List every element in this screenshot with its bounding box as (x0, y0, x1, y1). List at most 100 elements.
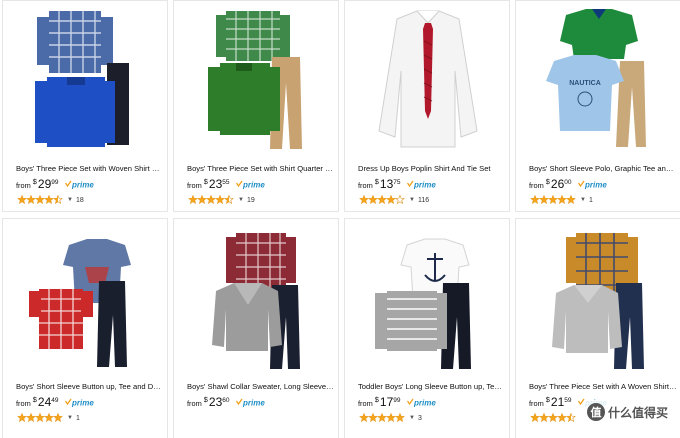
product-card[interactable]: Boys' Three Piece Set with Woven Shirt Q… (2, 0, 168, 212)
product-image[interactable] (345, 1, 509, 153)
chevron-down-icon[interactable]: ▼ (409, 415, 415, 421)
chevron-down-icon[interactable]: ▼ (580, 197, 586, 203)
price-cents: 60 (222, 397, 230, 404)
product-title[interactable]: Dress Up Boys Poplin Shirt And Tie Set (358, 164, 506, 174)
svg-text:prime: prime (242, 399, 265, 408)
price-dollars: 26 (550, 177, 565, 191)
currency: $ (545, 395, 550, 404)
product-title[interactable]: Boys' Shawl Collar Sweater, Long Sleeve … (187, 382, 335, 392)
price-cents: 00 (564, 179, 572, 186)
price-cents: 49 (51, 397, 59, 404)
product-image[interactable] (174, 219, 338, 371)
product-card[interactable]: Toddler Boys' Long Sleeve Button up, Tee… (344, 218, 510, 438)
svg-text:NAUTICA: NAUTICA (569, 80, 601, 87)
price: from $2999 prime (16, 175, 95, 191)
product-title[interactable]: Boys' Short Sleeve Polo, Graphic Tee and… (529, 164, 677, 174)
price-cents: 55 (222, 179, 230, 186)
product-image[interactable] (3, 219, 167, 371)
product-image[interactable] (516, 219, 680, 371)
from-label: from (529, 399, 544, 408)
svg-text:prime: prime (71, 181, 94, 190)
star-rating-icon (529, 191, 577, 209)
prime-badge-icon: prime (64, 181, 94, 190)
product-image[interactable] (174, 1, 338, 153)
star-rating-icon (16, 191, 64, 209)
rating[interactable]: ▼ 1 (16, 409, 80, 422)
rating[interactable]: ▼ 3 (358, 409, 422, 422)
currency: $ (203, 395, 208, 404)
product-title[interactable]: Boys' Three Piece Set with Woven Shirt Q… (16, 164, 164, 174)
chevron-down-icon[interactable]: ▼ (409, 197, 415, 203)
star-rating-icon (16, 409, 64, 427)
svg-text:prime: prime (584, 181, 607, 190)
rating[interactable]: ▼ 1 (529, 191, 593, 204)
from-label: from (16, 181, 31, 190)
watermark-text: 什么值得买 (607, 405, 668, 420)
star-rating-icon (187, 191, 235, 209)
svg-text:prime: prime (242, 181, 265, 190)
rating[interactable]: ▼ 18 (16, 191, 84, 204)
chevron-down-icon[interactable]: ▼ (67, 415, 73, 421)
from-label: from (16, 399, 31, 408)
price-cents: 59 (564, 397, 572, 404)
price-dollars: 21 (550, 395, 565, 409)
product-card[interactable]: Boys' Shawl Collar Sweater, Long Sleeve … (173, 218, 339, 438)
product-title[interactable]: Boys' Three Piece Set with A Woven Shirt… (529, 382, 677, 392)
price: from $2600 prime (529, 175, 608, 191)
currency: $ (203, 177, 208, 186)
star-rating-icon (358, 409, 406, 427)
currency: $ (374, 177, 379, 186)
svg-text:prime: prime (413, 399, 436, 408)
rating[interactable]: ▼ 116 (358, 191, 429, 204)
prime-badge-icon: prime (406, 181, 436, 190)
watermark-logo-icon: 值 (586, 403, 605, 421)
rating[interactable] (529, 409, 577, 422)
price-cents: 99 (51, 179, 59, 186)
from-label: from (529, 181, 544, 190)
price-dollars: 29 (37, 177, 52, 191)
from-label: from (358, 181, 373, 190)
product-card[interactable]: Boys' Three Piece Set with Shirt Quarter… (173, 0, 339, 212)
site-watermark: 值 什么值得买 (582, 400, 672, 424)
product-image[interactable] (3, 1, 167, 153)
chevron-down-icon[interactable]: ▼ (67, 197, 73, 203)
price: from $1375 prime (358, 175, 437, 191)
currency: $ (374, 395, 379, 404)
product-title[interactable]: Boys' Short Sleeve Button up, Tee and De… (16, 382, 164, 392)
from-label: from (187, 181, 202, 190)
product-card[interactable]: Dress Up Boys Poplin Shirt And Tie Set f… (344, 0, 510, 212)
price-cents: 75 (393, 179, 401, 186)
review-count[interactable]: 3 (418, 415, 422, 422)
currency: $ (545, 177, 550, 186)
prime-badge-icon: prime (235, 399, 265, 408)
product-card[interactable]: NAUTICA Boys' Short Sleeve Polo, Graphic… (515, 0, 680, 212)
review-count[interactable]: 19 (247, 197, 255, 204)
prime-badge-icon: prime (235, 181, 265, 190)
price-cents: 99 (393, 397, 401, 404)
product-card[interactable]: Boys' Short Sleeve Button up, Tee and De… (2, 218, 168, 438)
product-image[interactable]: NAUTICA (516, 1, 680, 153)
prime-badge-icon: prime (406, 399, 436, 408)
review-count[interactable]: 1 (589, 197, 593, 204)
price-dollars: 17 (379, 395, 394, 409)
chevron-down-icon[interactable]: ▼ (238, 197, 244, 203)
product-title[interactable]: Boys' Three Piece Set with Shirt Quarter… (187, 164, 335, 174)
price-dollars: 23 (208, 395, 223, 409)
rating[interactable]: ▼ 19 (187, 191, 255, 204)
svg-text:prime: prime (413, 181, 436, 190)
price: from $1799 prime (358, 393, 437, 409)
review-count[interactable]: 1 (76, 415, 80, 422)
price: from $2449 prime (16, 393, 95, 409)
svg-text:prime: prime (71, 399, 94, 408)
product-title[interactable]: Toddler Boys' Long Sleeve Button up, Tee… (358, 382, 506, 392)
review-count[interactable]: 116 (418, 197, 429, 204)
price-dollars: 23 (208, 177, 223, 191)
price: from $2355 prime (187, 175, 266, 191)
product-image[interactable] (345, 219, 509, 371)
price-dollars: 24 (37, 395, 52, 409)
product-grid: Boys' Three Piece Set with Woven Shirt Q… (0, 0, 680, 438)
star-rating-icon (358, 191, 406, 209)
from-label: from (358, 399, 373, 408)
star-rating-icon (529, 409, 577, 427)
review-count[interactable]: 18 (76, 197, 84, 204)
